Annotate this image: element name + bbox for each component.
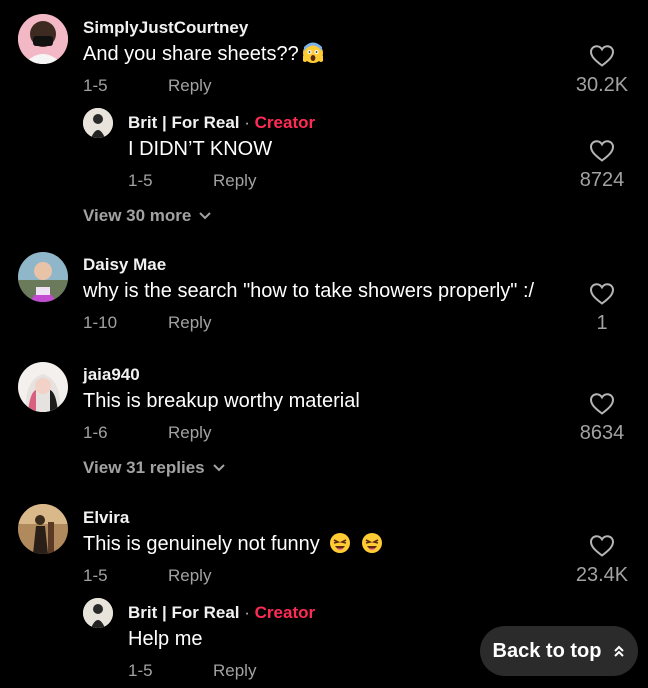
creator-badge: Creator: [254, 603, 316, 622]
like-count: 1: [596, 312, 608, 334]
reply-button[interactable]: Reply: [213, 661, 256, 681]
view-more-replies-button[interactable]: View 30 more: [83, 206, 212, 226]
comment-date: 1-10: [83, 313, 118, 332]
like-count: 23.4K: [575, 564, 629, 586]
comment-date: 1-5: [83, 566, 108, 585]
heart-icon: [589, 283, 615, 305]
separator: ·: [244, 603, 250, 622]
avatar[interactable]: [83, 108, 113, 138]
avatar[interactable]: [18, 14, 68, 64]
avatar[interactable]: [18, 252, 68, 302]
heart-icon: [589, 393, 615, 415]
like-count: 8724: [579, 169, 625, 191]
reply-button[interactable]: Reply: [168, 423, 211, 443]
reply-date: 1-5: [128, 661, 153, 680]
comment-username[interactable]: Daisy Mae: [83, 255, 166, 275]
tired-face-emoji-icon: [329, 532, 351, 560]
reply-button[interactable]: Reply: [213, 171, 256, 191]
comment-date: 1-6: [83, 423, 108, 442]
chevron-down-icon: [199, 212, 212, 220]
heart-icon: [589, 45, 615, 67]
avatar[interactable]: [18, 504, 68, 554]
comment-date: 1-5: [83, 76, 108, 95]
comment-text: why is the search "how to take showers p…: [83, 280, 535, 302]
comment-text-content: And you share sheets??: [83, 43, 299, 65]
like-count: 30.2K: [575, 74, 629, 96]
like-button[interactable]: 8724: [562, 139, 642, 192]
reply-username-line: Brit | For Real · Creator: [128, 603, 315, 623]
like-button[interactable]: 8634: [562, 392, 642, 445]
avatar[interactable]: [18, 362, 68, 412]
like-count: 8634: [579, 422, 625, 444]
view-more-label: View 31 replies: [83, 458, 205, 477]
double-chevron-up-icon: [614, 645, 625, 657]
comment-username[interactable]: jaia940: [83, 365, 140, 385]
creator-badge: Creator: [254, 113, 316, 132]
comment-text: And you share sheets??: [83, 42, 324, 70]
back-to-top-label: Back to top: [492, 639, 602, 662]
reply-button[interactable]: Reply: [168, 566, 211, 586]
view-more-label: View 30 more: [83, 206, 192, 225]
chevron-down-icon: [212, 464, 225, 472]
shocked-face-emoji-icon: [302, 42, 324, 70]
back-to-top-button[interactable]: Back to top: [480, 626, 638, 676]
comment-text-content: This is genuinely not funny: [83, 533, 320, 555]
like-button[interactable]: 1: [562, 282, 642, 335]
reply-username[interactable]: Brit | For Real: [128, 603, 240, 622]
like-button[interactable]: 30.2K: [562, 44, 642, 97]
reply-text: Help me: [128, 628, 203, 650]
reply-date: 1-5: [128, 171, 153, 190]
view-more-replies-button[interactable]: View 31 replies: [83, 458, 225, 478]
comment-username[interactable]: Elvira: [83, 508, 129, 528]
comment-section: SimplyJustCourtney And you share sheets?…: [0, 0, 648, 688]
reply-text: I DIDN’T KNOW: [128, 138, 273, 160]
tired-face-emoji-icon: [361, 532, 383, 560]
reply-username[interactable]: Brit | For Real: [128, 113, 240, 132]
reply-username-line: Brit | For Real · Creator: [128, 113, 315, 133]
reply-button[interactable]: Reply: [168, 313, 211, 333]
separator: ·: [244, 113, 250, 132]
avatar[interactable]: [83, 598, 113, 628]
reply-button[interactable]: Reply: [168, 76, 211, 96]
comment-text: This is breakup worthy material: [83, 390, 360, 412]
like-button[interactable]: 23.4K: [562, 534, 642, 587]
heart-icon: [589, 535, 615, 557]
heart-icon: [589, 140, 615, 162]
comment-text: This is genuinely not funny: [83, 532, 383, 560]
comment-username[interactable]: SimplyJustCourtney: [83, 18, 248, 38]
